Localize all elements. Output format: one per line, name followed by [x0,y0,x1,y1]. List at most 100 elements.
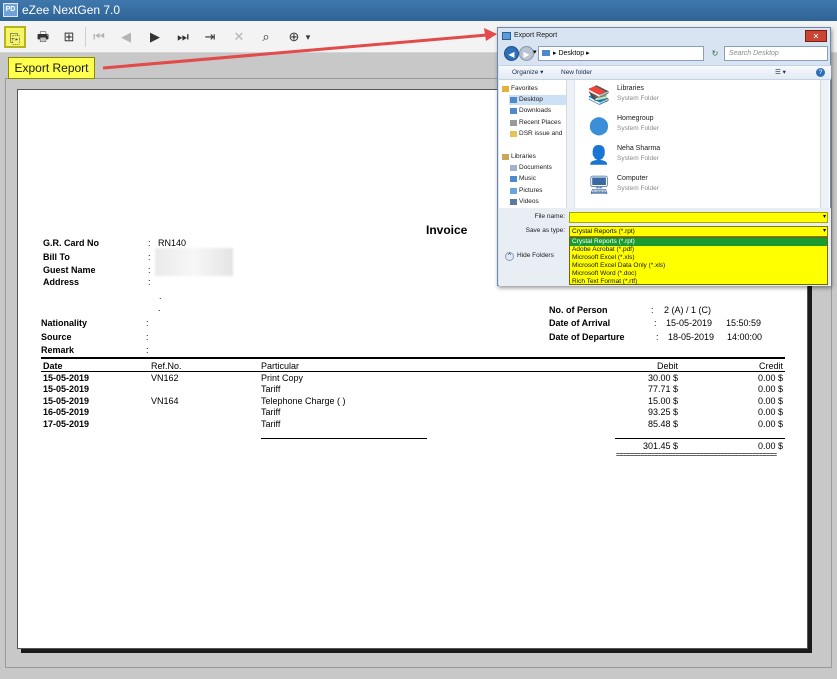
new-folder-button[interactable]: New folder [561,66,592,79]
navigation-scrollbar[interactable] [566,80,574,208]
nav-downloads[interactable]: Downloads [509,106,551,116]
last-page-icon: ⏭ [177,29,189,44]
save-type-option[interactable]: Crystal Reports (*.rpt) [570,238,827,246]
view-options-button[interactable]: ☰ ▾ [775,66,786,79]
previous-page-icon: ◀ [121,29,131,44]
nav-libraries[interactable]: Libraries [501,152,536,162]
row-credit: 0.00 $ [757,373,783,383]
nav-recent-places[interactable]: Recent Places [509,118,561,128]
organize-menu[interactable]: Organize ▾ [512,66,543,79]
arrival-label: Date of Arrival [549,318,611,328]
row-debit: 15.00 $ [647,396,678,406]
next-page-button[interactable]: ▶ [144,26,166,48]
table-top-rule [41,357,785,359]
colon: : [148,265,151,275]
file-name-field[interactable]: ▾ [569,212,828,223]
nav-music[interactable]: Music [509,174,536,184]
column-header-date: Date [43,361,63,371]
command-bar: Organize ▾ New folder ☰ ▾ ? [499,65,831,80]
persons-label: No. of Person [549,305,608,315]
forward-button[interactable]: ▶ [519,46,534,61]
nav-pictures[interactable]: Pictures [509,186,542,196]
file-item-computer[interactable]: 🖥 Computer System Folder [587,172,787,200]
binoculars-icon: ⌕ [262,29,270,44]
file-item-homegroup[interactable]: ⬤ Homegroup System Folder [587,112,787,140]
dialog-close-button[interactable]: ✕ [805,30,827,42]
gr-card-value: RN140 [158,238,187,248]
file-name-label: File name: [534,213,565,220]
dialog-title: Export Report [514,32,558,39]
recent-icon [510,120,517,126]
address-sep: ▸ [553,50,557,57]
chevron-down-icon[interactable]: ▾ [823,227,826,236]
next-page-icon: ▶ [150,29,160,44]
last-page-button[interactable]: ⏭ [172,26,194,48]
zoom-icon: ⊕ [288,29,300,44]
address-line: . [158,303,161,313]
arrival-time: 15:50:59 [726,318,762,328]
title-bar: PD eZee NextGen 7.0 [0,0,837,21]
documents-icon [510,165,517,171]
row-debit: 30.00 $ [647,373,678,383]
file-item-neha-sharma[interactable]: 👤 Neha Sharma System Folder [587,142,787,170]
chevron-down-icon[interactable]: ▾ [823,213,826,220]
zoom-dropdown[interactable]: ▾ [302,26,314,48]
search-input[interactable]: Search Desktop [724,46,828,61]
dialog-title-bar: Export Report [498,28,830,44]
row-particular: Tariff [261,419,281,429]
row-ref: VN162 [151,373,179,383]
hide-folders-button[interactable]: ^ Hide Folders [505,252,554,261]
window-title: eZee NextGen 7.0 [22,3,121,17]
nav-dsr-folder[interactable]: DSR issue and [509,129,562,139]
row-debit: 77.71 $ [647,384,678,394]
row-ref: VN164 [151,396,179,406]
address-sep: ▸ [586,50,590,57]
go-to-page-button[interactable]: ⇥ [199,26,221,48]
save-type-option[interactable]: Microsoft Word (*.doc) [570,270,827,278]
dialog-icon [502,32,511,40]
export-report-button[interactable]: ⎘ [4,26,26,48]
row-particular: Tariff [261,407,281,417]
remark-label: Remark [41,345,75,355]
address-path[interactable]: ▸ Desktop ▸ [538,46,704,61]
save-type-option[interactable]: Microsoft Excel (*.xls) [570,254,827,262]
save-type-option[interactable]: Adobe Acrobat (*.pdf) [570,246,827,254]
previous-page-button[interactable]: ◀ [115,26,137,48]
save-type-option[interactable]: Microsoft Excel Data Only (*.xls) [570,262,827,270]
file-item-libraries[interactable]: 📚 Libraries System Folder [587,82,787,110]
export-report-tooltip: Export Report [8,57,95,79]
refresh-button[interactable]: ↻ [709,46,721,61]
row-credit: 0.00 $ [757,396,783,406]
row-credit: 0.00 $ [757,384,783,394]
help-icon[interactable]: ? [816,68,825,77]
first-page-button[interactable]: ⏮ [88,26,110,48]
nav-documents[interactable]: Documents [509,163,552,173]
export-icon: ⎘ [9,31,21,46]
computer-icon: 🖥 [587,175,611,195]
user-folder-icon: 👤 [587,145,611,165]
totals-double-rule: ========================================… [616,452,777,459]
history-dropdown[interactable]: ▾ [533,48,537,56]
downloads-icon [510,108,517,114]
row-particular: Telephone Charge ( ) [261,396,346,406]
departure-date: 18-05-2019 [668,332,715,342]
export-report-dialog: Export Report ✕ ◀ ▶ ▾ ▸ Desktop ▸ ↻ Sear… [497,27,831,286]
file-list-scrollbar[interactable] [820,80,829,208]
column-header-particular: Particular [261,361,300,371]
search-button[interactable]: ⌕ [255,26,277,48]
first-page-icon: ⏮ [93,29,105,44]
departure-label: Date of Departure [549,332,625,342]
save-type-option[interactable]: Rich Text Format (*.rtf) [570,278,827,286]
group-tree-button[interactable]: ⊞ [58,26,80,48]
stop-button[interactable]: ✕ [228,26,250,48]
save-type-select[interactable]: Crystal Reports (*.rpt) ▾ [569,226,828,237]
nav-videos[interactable]: Videos [509,197,539,207]
nav-desktop[interactable]: Desktop [509,95,567,105]
back-button[interactable]: ◀ [504,46,519,61]
nav-favorites[interactable]: Favorites [501,84,538,94]
folder-icon [542,50,550,56]
pictures-icon [510,188,517,194]
colon: : [656,332,659,342]
bill-to-label: Bill To [43,252,70,262]
print-button[interactable]: 🖶 [32,26,54,48]
